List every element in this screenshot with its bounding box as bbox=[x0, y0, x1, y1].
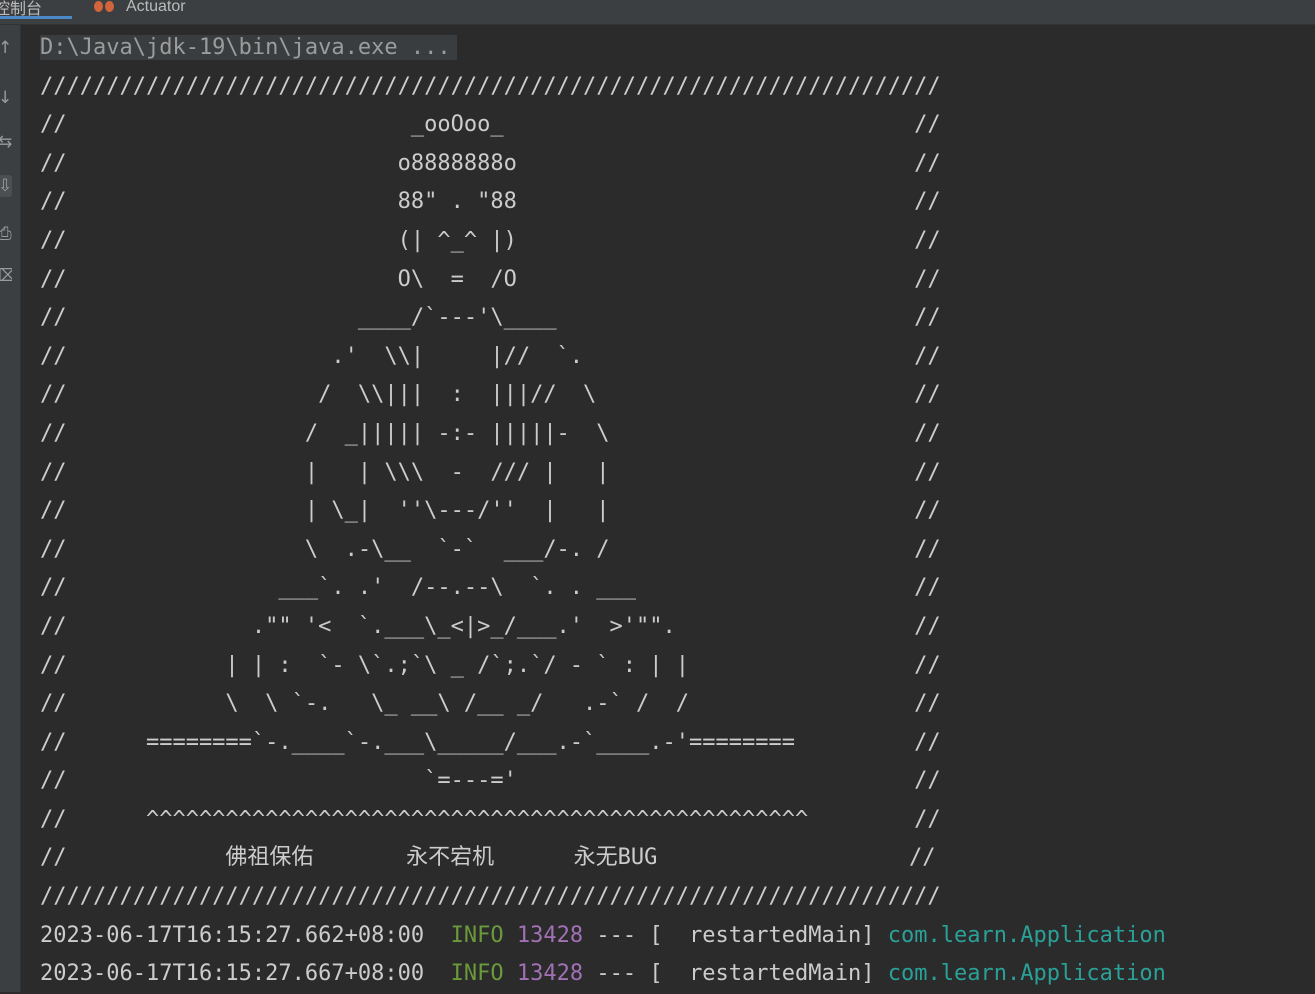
tab-console[interactable]: 控制台 bbox=[0, 0, 72, 19]
tool-window-tabbar: 控制台 Actuator bbox=[0, 0, 1315, 25]
banner-line: ////////////////////////////////////////… bbox=[40, 884, 941, 910]
banner-line: // \ \ `-. \_ __\ /__ _/ .-` / / // bbox=[40, 691, 941, 717]
scroll-to-end-icon[interactable]: ⇩ bbox=[0, 175, 12, 197]
banner-line: // `=---=' // bbox=[40, 768, 941, 794]
log-thread: [ restartedMain] bbox=[649, 922, 875, 948]
log-level: INFO bbox=[450, 922, 504, 948]
log-separator: --- bbox=[596, 922, 637, 948]
banner-line: // ========`-.____`-.___\_____/___.-`___… bbox=[40, 729, 941, 755]
log-logger-link[interactable]: com.learn.Application bbox=[888, 961, 1166, 986]
log-logger-link[interactable]: com.learn.Application bbox=[888, 923, 1166, 948]
banner-line: // 佛祖保佑 永不宕机 永无BUG // bbox=[40, 845, 936, 871]
banner-line: // _ooOoo_ // bbox=[40, 112, 941, 138]
banner-line: // \ .-\__ `-` ___/-. / // bbox=[40, 536, 941, 562]
banner-line: // / \\||| : |||// \ // bbox=[40, 382, 941, 408]
log-line: 2023-06-17T16:15:27.662+08:00 INFO 13428… bbox=[40, 917, 1310, 956]
banner-line: // / _||||| -:- |||||- \ // bbox=[40, 420, 941, 446]
log-timestamp: 2023-06-17T16:15:27.667+08:00 bbox=[40, 961, 425, 987]
banner-line: // ____/`---'\____ // bbox=[40, 305, 941, 331]
banner-line: // 88" . "88 // bbox=[40, 189, 941, 215]
banner-line: // ^^^^^^^^^^^^^^^^^^^^^^^^^^^^^^^^^^^^^… bbox=[40, 806, 941, 832]
banner-line: // ___`. .' /--.--\ `. . ___ // bbox=[40, 575, 941, 601]
soft-wrap-icon[interactable]: ⇆ bbox=[0, 131, 12, 153]
banner-line: ////////////////////////////////////////… bbox=[40, 73, 941, 99]
java-command[interactable]: D:\Java\jdk-19\bin\java.exe ... bbox=[40, 35, 457, 60]
log-separator: --- bbox=[596, 961, 637, 987]
log-line: 2023-06-17T16:15:27.667+08:00 INFO 13428… bbox=[40, 955, 1310, 994]
banner-line: // .' \\| |// `. // bbox=[40, 343, 941, 369]
banner-line: // | \_| ''\---/'' | | // bbox=[40, 498, 941, 524]
log-pid: 13428 bbox=[516, 922, 584, 948]
actuator-icon bbox=[94, 0, 116, 14]
log-level: INFO bbox=[450, 961, 504, 987]
trash-icon[interactable]: ⌧ bbox=[0, 265, 12, 287]
banner-line: // (| ^_^ |) // bbox=[40, 227, 941, 253]
tab-actuator-label: Actuator bbox=[126, 0, 186, 15]
console-toolbar: ↑ ↓ ⇆ ⇩ ⎙ ⌧ bbox=[0, 25, 21, 992]
banner-line: // | | : `- \`.;`\ _ /`;.`/ - ` : | | // bbox=[40, 652, 941, 678]
tab-console-label: 控制台 bbox=[0, 1, 43, 18]
banner-line: // | | \\\ - /// | | // bbox=[40, 459, 941, 485]
up-arrow-icon[interactable]: ↑ bbox=[0, 37, 12, 59]
banner-line: // O\ = /O // bbox=[40, 266, 941, 292]
tab-actuator[interactable]: Actuator bbox=[94, 0, 186, 19]
log-thread: [ restartedMain] bbox=[649, 961, 875, 987]
print-icon[interactable]: ⎙ bbox=[0, 223, 12, 245]
console-output: D:\Java\jdk-19\bin\java.exe ... ////////… bbox=[40, 29, 1310, 994]
command-line: D:\Java\jdk-19\bin\java.exe ... bbox=[40, 29, 1310, 68]
log-timestamp: 2023-06-17T16:15:27.662+08:00 bbox=[40, 922, 425, 948]
banner-line: // o8888888o // bbox=[40, 150, 941, 176]
banner-line: // ."" '< `.___\_<|>_/___.' >'"". // bbox=[40, 613, 941, 639]
log-pid: 13428 bbox=[516, 961, 584, 987]
down-arrow-icon[interactable]: ↓ bbox=[0, 87, 12, 109]
